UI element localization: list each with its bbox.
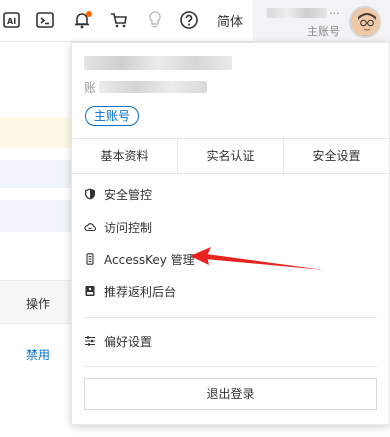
help-icon[interactable]	[177, 8, 201, 32]
account-dropdown-panel: 账 主账号 基本资料 实名认证 安全设置 安全管控 访问控制 AccessKey…	[71, 42, 390, 425]
menu-item-preferences[interactable]: 偏好设置	[84, 329, 152, 353]
sliders-icon	[84, 335, 96, 347]
wallet-icon	[84, 285, 96, 297]
account-menu-trigger[interactable]: ... 主账号	[253, 0, 390, 42]
menu-item-accesskey[interactable]: AccessKey 管理	[84, 247, 195, 271]
lightbulb-icon[interactable]	[143, 8, 167, 32]
profile-tabs: 基本资料 实名认证 安全设置	[72, 138, 389, 174]
menu-item-label: 访问控制	[104, 220, 153, 235]
menu-item-security-control[interactable]: 安全管控	[84, 182, 152, 206]
account-id-redacted	[99, 81, 207, 93]
bell-icon[interactable]	[70, 8, 94, 32]
column-header-actions: 操作	[26, 297, 51, 311]
menu-divider	[84, 317, 377, 318]
disable-link[interactable]: 禁用	[26, 346, 50, 363]
role-badge: 主账号	[85, 106, 140, 126]
key-icon	[84, 253, 96, 265]
menu-item-access-control[interactable]: 访问控制	[84, 215, 152, 239]
account-role: 主账号	[307, 25, 340, 38]
account-more: ...	[329, 4, 340, 17]
info-row	[0, 200, 72, 232]
cloud-icon	[84, 221, 96, 233]
logout-button[interactable]: 退出登录	[84, 378, 377, 410]
menu-item-referral[interactable]: 推荐返利后台	[84, 279, 176, 303]
account-id-prefix: 账	[84, 81, 97, 95]
menu-item-label: AccessKey 管理	[104, 252, 195, 267]
info-row	[0, 160, 72, 188]
tab-basic-info[interactable]: 基本资料	[72, 139, 178, 173]
menu-divider	[84, 366, 377, 367]
menu-item-label: 偏好设置	[104, 334, 153, 349]
top-navigation-bar: AI 简体 ... 主账号	[0, 0, 390, 42]
shield-icon	[84, 188, 96, 200]
terminal-icon[interactable]	[33, 8, 57, 32]
username-redacted	[84, 56, 232, 70]
tab-security-settings[interactable]: 安全设置	[284, 139, 389, 173]
menu-item-label: 安全管控	[104, 187, 153, 202]
language-switch[interactable]: 简体	[217, 11, 243, 30]
cart-icon[interactable]	[107, 8, 131, 32]
avatar[interactable]	[349, 6, 381, 38]
svg-text:AI: AI	[7, 17, 16, 26]
menu-item-label: 推荐返利后台	[104, 284, 177, 299]
account-name-redacted	[267, 8, 327, 18]
ai-icon[interactable]: AI	[0, 8, 24, 32]
notice-bar	[0, 117, 72, 148]
notification-dot	[86, 11, 92, 17]
tab-real-name[interactable]: 实名认证	[178, 139, 284, 173]
